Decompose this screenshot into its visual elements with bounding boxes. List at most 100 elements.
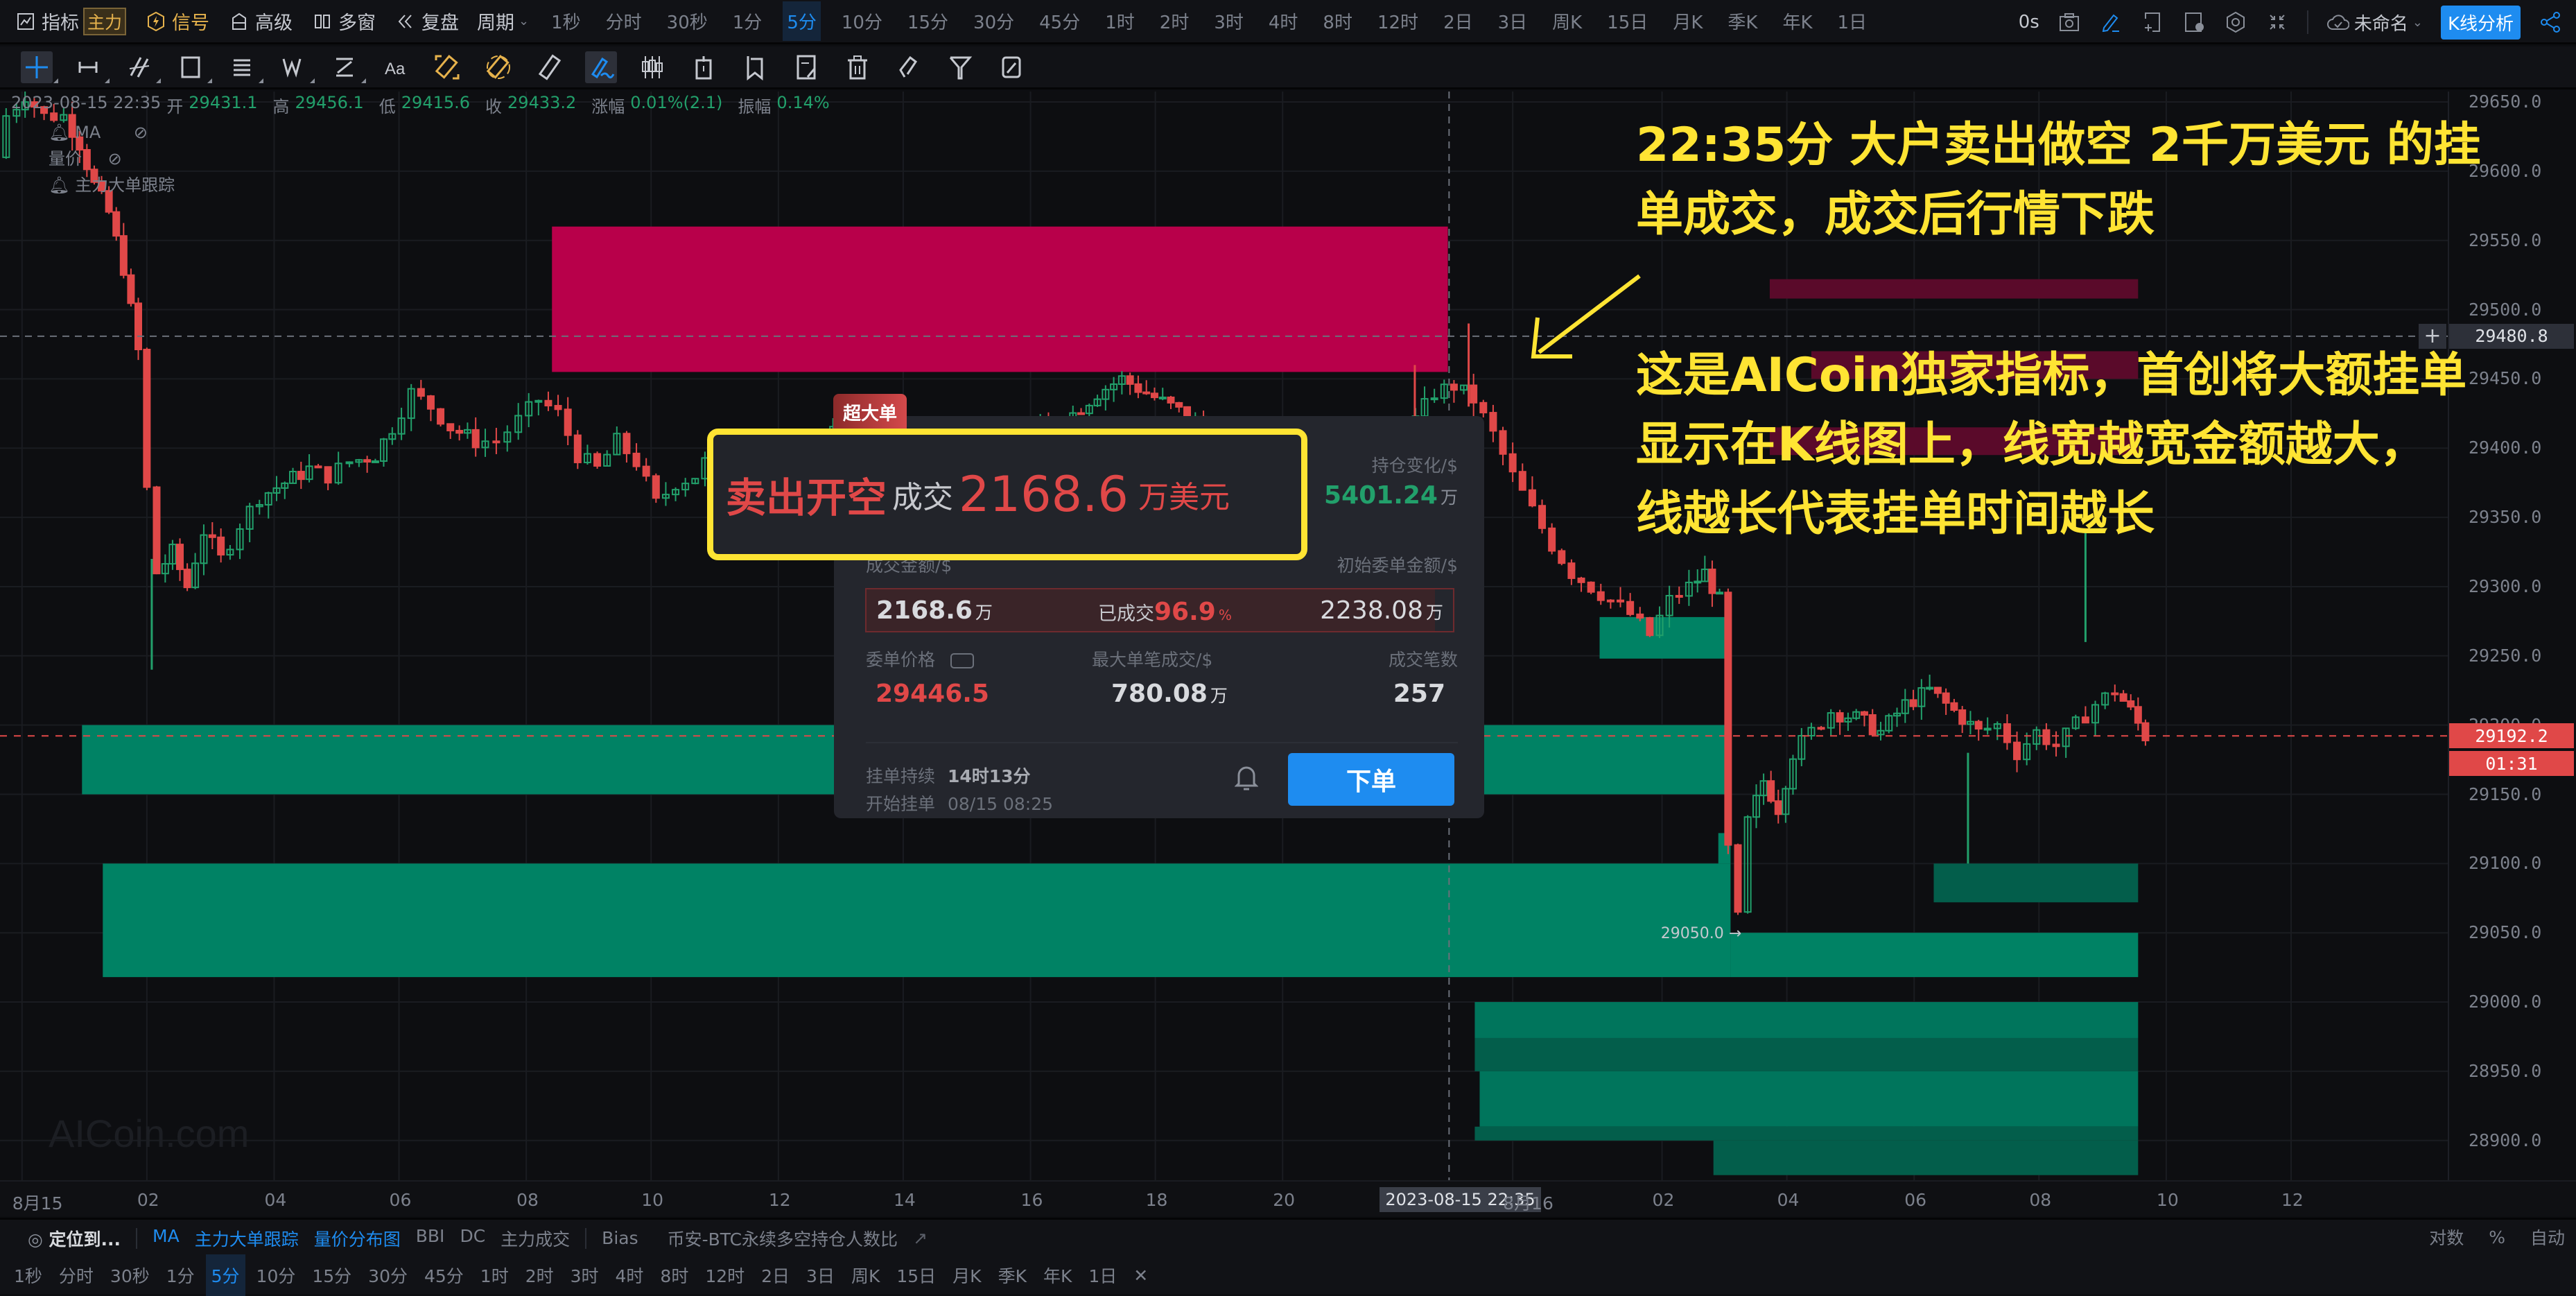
legend-volume-price[interactable]: 量价 ⊘ [49, 146, 175, 172]
bottom-timeframe-tab[interactable]: 分时 [53, 1254, 99, 1296]
signal-button[interactable]: 信号 [144, 8, 209, 35]
layout-dropdown[interactable]: 未命名 ⌄ [2326, 10, 2423, 35]
indicator-item[interactable]: DC [460, 1226, 485, 1251]
add-window-icon[interactable] [2141, 10, 2164, 34]
external-link-icon[interactable]: ↗ [913, 1228, 928, 1248]
legend-whale-tracking[interactable]: 🔔︎ 主力大单跟踪 [49, 172, 175, 198]
legend-ma[interactable]: 🔔︎ MA ⊘ [49, 119, 175, 146]
fib-retracement-tool[interactable] [226, 51, 263, 83]
indicator-template-tool[interactable] [636, 51, 668, 83]
magnet-strong-tool[interactable] [431, 51, 463, 83]
indicator-button[interactable]: 指标 主力 [14, 7, 127, 35]
indicator-item[interactable]: BBI [416, 1226, 445, 1251]
auto-scale-toggle[interactable]: 自动 [2530, 1225, 2565, 1250]
timeframe-tab[interactable]: 1分 [729, 1, 767, 41]
bell-icon[interactable]: 🔔︎ [49, 123, 69, 142]
submenu-arrow-icon[interactable] [105, 78, 110, 83]
parallel-channel-tool[interactable] [329, 51, 366, 83]
bottom-timeframe-tab[interactable]: 月K [947, 1254, 986, 1296]
main-force-badge[interactable]: 主力 [83, 7, 127, 35]
eye-off-icon[interactable]: ⊘ [134, 123, 148, 142]
bottom-timeframe-tab[interactable]: 8时 [654, 1254, 694, 1296]
timeframe-tab[interactable]: 周K [1548, 1, 1586, 41]
draw-mode-tool[interactable] [585, 51, 617, 83]
timeframe-tab[interactable]: 1日 [1834, 1, 1872, 41]
timeframe-tab[interactable]: 8时 [1319, 1, 1357, 41]
close-icon[interactable]: ✕ [1128, 1257, 1154, 1294]
bottom-timeframe-tab[interactable]: 5分 [205, 1254, 245, 1296]
bottom-timeframe-tab[interactable]: 45分 [419, 1254, 469, 1296]
timeframe-tab[interactable]: 年K [1778, 1, 1816, 41]
bottom-timeframe-tab[interactable]: 1分 [161, 1254, 200, 1296]
crosshair-tool[interactable] [21, 51, 58, 83]
alert-bell-icon[interactable] [1234, 763, 1259, 795]
bottom-timeframe-tab[interactable]: 季K [993, 1254, 1032, 1296]
submenu-arrow-icon[interactable] [53, 78, 58, 83]
timeframe-tab[interactable]: 30分 [969, 1, 1018, 41]
bottom-timeframe-tab[interactable]: 2时 [520, 1254, 559, 1296]
settings-icon[interactable] [2224, 10, 2247, 34]
indicator-item[interactable]: 主力成交 [501, 1226, 570, 1251]
submenu-arrow-icon[interactable] [361, 78, 366, 83]
horizontal-ray-tool[interactable] [72, 51, 110, 83]
bookmark-tool[interactable] [739, 51, 771, 83]
kline-analysis-button[interactable]: K线分析 [2440, 5, 2521, 40]
bottom-timeframe-tab[interactable]: 1时 [475, 1254, 514, 1296]
bar-replay-tool[interactable] [688, 51, 720, 83]
replay-button[interactable]: 复盘 [394, 8, 459, 35]
bell-icon[interactable]: 🔔︎ [49, 175, 69, 195]
period-dropdown[interactable]: 周期 ⌄ [477, 8, 529, 35]
submenu-arrow-icon[interactable] [207, 78, 212, 83]
timeframe-tab[interactable]: 15日 [1603, 1, 1652, 41]
timeframe-tab[interactable]: 季K [1723, 1, 1761, 41]
bottom-timeframe-tab[interactable]: 3时 [565, 1254, 604, 1296]
timeframe-tab[interactable]: 15分 [903, 1, 952, 41]
eye-off-icon[interactable]: ⊘ [108, 149, 122, 169]
collapse-icon[interactable] [2265, 10, 2289, 34]
tag-icon[interactable] [950, 653, 974, 668]
bottom-timeframe-tab[interactable]: 15分 [306, 1254, 357, 1296]
price-axis[interactable]: 29650.0 29600.0 29550.0 29500.0 29450.0 29400… [2419, 92, 2576, 1180]
timeframe-tab[interactable]: 30秒 [663, 1, 712, 41]
text-tool[interactable]: Aa [380, 51, 412, 83]
camera-icon[interactable] [2057, 10, 2081, 34]
indicator-long-short-ratio[interactable]: 币安-BTC永续多空持仓人数比 [668, 1226, 898, 1251]
bottom-timeframe-tab[interactable]: 周K [846, 1254, 885, 1296]
bullet-comment-icon[interactable] [2182, 10, 2206, 34]
bottom-timeframe-tab[interactable]: 15日 [891, 1254, 941, 1296]
filter-tool[interactable] [944, 51, 976, 83]
sync-tool[interactable] [995, 51, 1027, 83]
magnet-weak-tool[interactable] [482, 51, 514, 83]
timeframe-tab[interactable]: 2日 [1439, 1, 1477, 41]
timeframe-tab[interactable]: 12时 [1373, 1, 1422, 41]
indicator-item[interactable]: 主力大单跟踪 [195, 1226, 299, 1251]
timeframe-tab[interactable]: 月K [1669, 1, 1707, 41]
time-axis[interactable]: 2023-08-15 22:35 8月15 02 04 06 08 10 12 14 16 18 2… [0, 1180, 2576, 1216]
lock-tool[interactable] [893, 51, 925, 83]
trend-line-tool[interactable] [123, 51, 161, 83]
timeframe-tab[interactable]: 2时 [1156, 1, 1194, 41]
bottom-timeframe-tab[interactable]: 30秒 [105, 1254, 155, 1296]
ruler-tool[interactable] [534, 51, 566, 83]
place-order-button[interactable]: 下单 [1288, 753, 1454, 806]
timeframe-tab[interactable]: 10分 [837, 1, 887, 41]
bottom-timeframe-tab[interactable]: 2日 [756, 1254, 795, 1296]
multiwindow-button[interactable]: 多窗 [311, 8, 376, 35]
timeframe-tab[interactable]: 45分 [1035, 1, 1084, 41]
timeframe-tab[interactable]: 5分 [783, 1, 821, 41]
indicator-item[interactable]: 量价分布图 [314, 1226, 401, 1251]
indicator-bias[interactable]: Bias [602, 1228, 638, 1248]
log-scale-toggle[interactable]: 对数 [2429, 1225, 2464, 1250]
share-icon[interactable] [2539, 10, 2562, 34]
timeframe-tab[interactable]: 1秒 [547, 1, 585, 41]
bottom-timeframe-tab[interactable]: 3日 [801, 1254, 840, 1296]
timeframe-tab[interactable]: 4时 [1264, 1, 1303, 41]
submenu-arrow-icon[interactable] [259, 78, 263, 83]
bottom-timeframe-tab[interactable]: 1秒 [8, 1254, 48, 1296]
locate-button[interactable]: ◎ 定位到... [28, 1226, 121, 1251]
indicator-item[interactable]: MA [153, 1226, 180, 1251]
percent-scale-toggle[interactable]: % [2489, 1227, 2505, 1247]
submenu-arrow-icon[interactable] [156, 78, 161, 83]
bottom-timeframe-tab[interactable]: 年K [1038, 1254, 1077, 1296]
wave-tool[interactable] [277, 51, 315, 83]
